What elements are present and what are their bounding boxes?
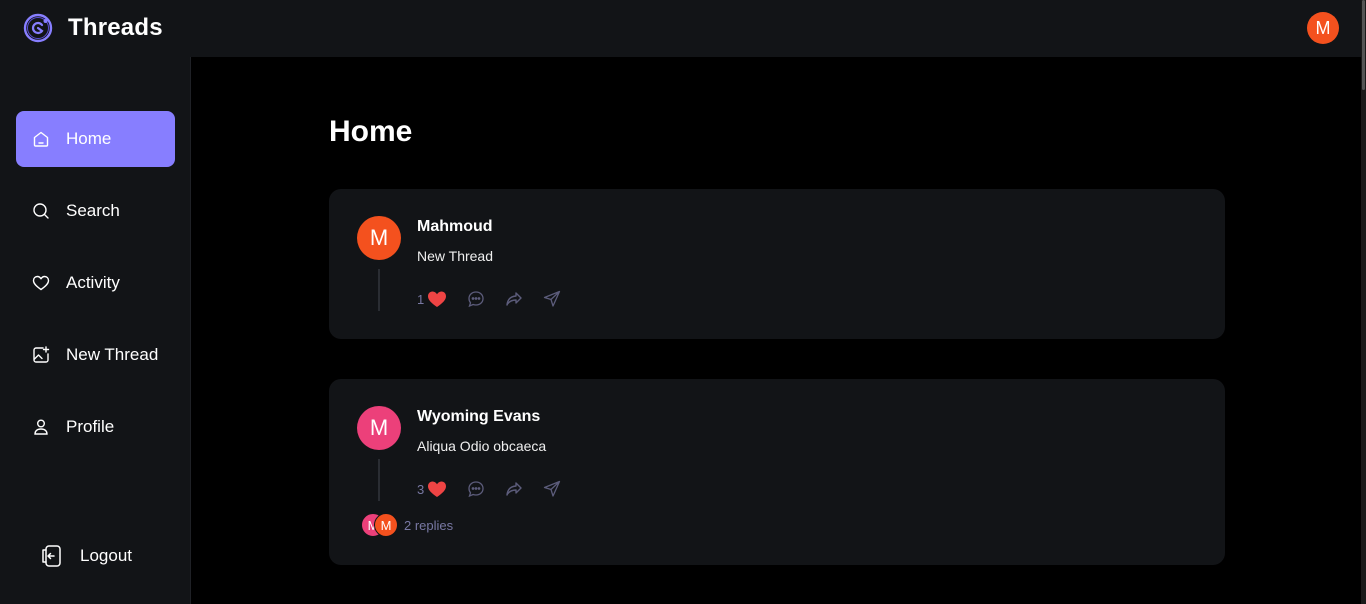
sidebar-item-label: Activity (66, 273, 120, 292)
main-content: Home M Mahmoud New Thread 1 M Wyoming Ev… (192, 57, 1361, 604)
author-avatar[interactable]: M (357, 216, 401, 260)
heart-filled-icon[interactable] (427, 289, 447, 309)
sidebar-item-search[interactable]: Search (16, 183, 175, 239)
app-title: Threads (68, 14, 163, 41)
sidebar-item-label: Search (66, 201, 120, 220)
comment-icon[interactable] (466, 479, 486, 499)
logout-label: Logout (80, 546, 132, 565)
repost-icon[interactable] (504, 479, 524, 499)
author-avatar-initial: M (369, 225, 389, 250)
replies-count[interactable]: 2 replies (404, 518, 453, 533)
thread-content: Aliqua Odio obcaeca (417, 438, 547, 454)
thread-author[interactable]: Mahmoud (417, 218, 493, 236)
topbar: Threads M (0, 0, 1366, 57)
user-avatar[interactable]: M (1307, 12, 1339, 44)
scrollbar-track[interactable] (1361, 0, 1366, 604)
home-icon (32, 130, 50, 148)
thread-card[interactable]: M Mahmoud New Thread 1 (329, 189, 1225, 339)
sidebar-item-activity[interactable]: Activity (16, 255, 175, 311)
thread-content: New Thread (417, 248, 494, 264)
repost-icon[interactable] (504, 289, 524, 309)
sidebar-item-label: New Thread (66, 345, 159, 364)
sidebar-item-home[interactable]: Home (16, 111, 175, 167)
like-count: 3 (417, 481, 425, 497)
user-icon (32, 418, 50, 436)
share-icon[interactable] (542, 479, 562, 499)
thread-actions: 1 (417, 289, 562, 309)
heart-icon (32, 274, 50, 292)
thread-line (378, 269, 380, 311)
share-icon[interactable] (542, 289, 562, 309)
replies-link[interactable]: M M 2 replies (361, 513, 453, 537)
thread-author[interactable]: Wyoming Evans (417, 408, 540, 426)
scrollbar-thumb[interactable] (1362, 0, 1365, 90)
threads-logo-icon (22, 12, 54, 44)
search-icon (32, 202, 50, 220)
author-avatar-initial: M (369, 415, 389, 440)
sidebar-item-label: Profile (66, 417, 115, 436)
thread-line (378, 459, 380, 501)
left-sidebar: Home Search Activity New Thread Profile … (0, 57, 191, 604)
author-avatar[interactable]: M (357, 406, 401, 450)
thread-actions: 3 (417, 479, 562, 499)
logout-button[interactable]: Logout (40, 544, 132, 568)
thread-card[interactable]: M Wyoming Evans Aliqua Odio obcaeca 3 M (329, 379, 1225, 565)
sidebar-item-new-thread[interactable]: New Thread (16, 327, 175, 383)
reply-avatar: M (374, 513, 398, 537)
reply-avatar-initial: M (380, 517, 392, 533)
comment-icon[interactable] (466, 289, 486, 309)
like-count: 1 (417, 291, 425, 307)
image-plus-icon (32, 346, 50, 364)
sidebar-item-label: Home (66, 129, 112, 148)
app-logo-link[interactable]: Threads (22, 12, 163, 44)
page-title: Home (329, 115, 413, 148)
logout-icon (40, 544, 64, 568)
sidebar-item-profile[interactable]: Profile (16, 399, 175, 455)
heart-filled-icon[interactable] (427, 479, 447, 499)
user-avatar-initial: M (1315, 17, 1331, 38)
